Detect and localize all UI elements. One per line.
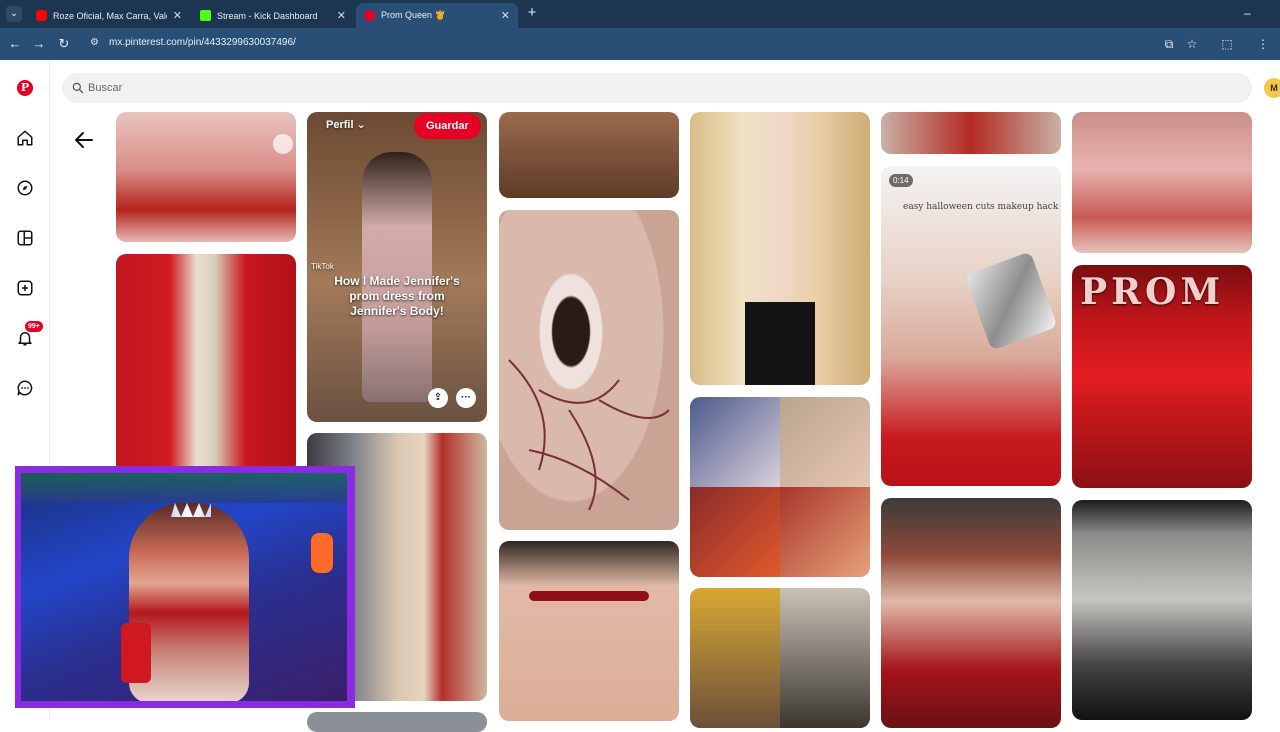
tab-list-button[interactable]: ⌄ (6, 6, 22, 22)
back-icon[interactable]: ← (7, 36, 23, 52)
pin-image (780, 487, 870, 577)
pin-card[interactable] (881, 112, 1061, 154)
browser-toolbar: ← → ↻ ⚙ mx.pinterest.com/pin/44332996300… (0, 28, 1280, 60)
tab-close-icon[interactable]: ✕ (501, 9, 510, 22)
avatar[interactable]: M (1264, 78, 1280, 98)
tab-close-icon[interactable]: ✕ (337, 9, 346, 22)
video-caption: easy halloween cuts makeup hack (903, 202, 1059, 212)
create-icon[interactable] (15, 278, 35, 298)
save-button[interactable]: Guardar (414, 113, 481, 139)
pin-overlay-text: How I Made Jennifer's prom dress from Je… (334, 274, 460, 318)
youtube-favicon-icon (36, 10, 47, 21)
extensions-icon[interactable]: ⬚ (1219, 36, 1235, 52)
pinterest-favicon-icon (364, 10, 375, 21)
prom-sign-text: PROM (1080, 271, 1225, 313)
forward-icon[interactable]: → (31, 36, 47, 52)
tab-title: Roze Oficial, Max Carra, Valen, C (53, 10, 167, 21)
more-options-icon[interactable]: ··· (456, 388, 476, 408)
tab-title: Prom Queen 👸 (381, 10, 446, 20)
kick-favicon-icon (200, 10, 211, 21)
pinterest-logo-icon[interactable]: P (15, 78, 35, 98)
search-input[interactable] (88, 80, 688, 96)
tab-close-icon[interactable]: ✕ (173, 9, 182, 22)
pin-video[interactable]: 0:14 easy halloween cuts makeup hack (881, 166, 1061, 486)
pin-card[interactable] (116, 254, 296, 474)
tab-kick[interactable]: Stream - Kick Dashboard ✕ (192, 3, 354, 28)
pin-image (690, 487, 780, 577)
pin-image (745, 302, 815, 385)
pin-image (508, 359, 670, 511)
pin-featured[interactable]: Perfil ⌄ Guardar TikTok How I Made Jenni… (307, 112, 487, 422)
pin-card[interactable]: PROM (1072, 265, 1252, 488)
pin-card[interactable] (1072, 112, 1252, 253)
search-icon (72, 82, 84, 94)
pin-image (690, 397, 780, 487)
pin-card[interactable] (881, 498, 1061, 728)
boards-icon[interactable] (15, 228, 35, 248)
webcam-feed (21, 473, 347, 701)
pin-card[interactable] (499, 210, 679, 530)
pin-card[interactable] (690, 588, 870, 728)
profile-dropdown[interactable]: Perfil ⌄ (326, 118, 366, 131)
pin-image (690, 588, 780, 728)
pin-image (964, 251, 1058, 351)
pin-card[interactable] (499, 541, 679, 721)
bookmark-star-icon[interactable]: ☆ (1184, 36, 1200, 52)
profile-label: Perfil (326, 119, 354, 131)
webcam-overlay (15, 466, 355, 708)
pin-image (21, 473, 347, 503)
explore-icon[interactable] (15, 178, 35, 198)
pin-image (780, 397, 870, 487)
menu-icon[interactable]: ⋮ (1255, 36, 1271, 52)
search-bar[interactable] (62, 73, 1252, 103)
lamp (311, 533, 333, 573)
pin-card[interactable] (499, 112, 679, 198)
tab-title: Stream - Kick Dashboard (217, 10, 318, 21)
back-arrow-icon[interactable] (72, 128, 96, 152)
avatar (273, 134, 293, 154)
minimize-icon[interactable]: – (1244, 6, 1251, 20)
tab-youtube[interactable]: Roze Oficial, Max Carra, Valen, C ✕ (28, 3, 190, 28)
site-info-icon[interactable]: ⚙ (90, 37, 102, 49)
prop (121, 623, 151, 683)
bell-icon[interactable]: 99+ (15, 321, 43, 348)
pin-card[interactable] (116, 112, 296, 242)
video-duration: 0:14 (889, 174, 913, 187)
pin-card[interactable] (307, 712, 487, 732)
pin-card[interactable] (1072, 500, 1252, 720)
pin-image (529, 591, 649, 601)
address-bar[interactable]: mx.pinterest.com/pin/4433299630037496/ (109, 37, 296, 48)
pin-card[interactable] (690, 112, 870, 385)
pin-card[interactable] (690, 397, 870, 577)
install-app-icon[interactable]: ⧉ (1161, 36, 1177, 52)
reload-icon[interactable]: ↻ (56, 36, 72, 52)
browser-tab-bar: ⌄ Roze Oficial, Max Carra, Valen, C ✕ St… (0, 0, 1280, 28)
pin-image (780, 588, 870, 728)
tab-pinterest[interactable]: Prom Queen 👸 ✕ (356, 3, 518, 28)
messages-icon[interactable] (15, 378, 35, 398)
notifications-badge: 99+ (25, 321, 43, 332)
share-icon[interactable]: ⇪ (428, 388, 448, 408)
new-tab-button[interactable]: + (524, 5, 540, 21)
home-icon[interactable] (15, 128, 35, 148)
tiktok-watermark: TikTok (311, 262, 334, 271)
